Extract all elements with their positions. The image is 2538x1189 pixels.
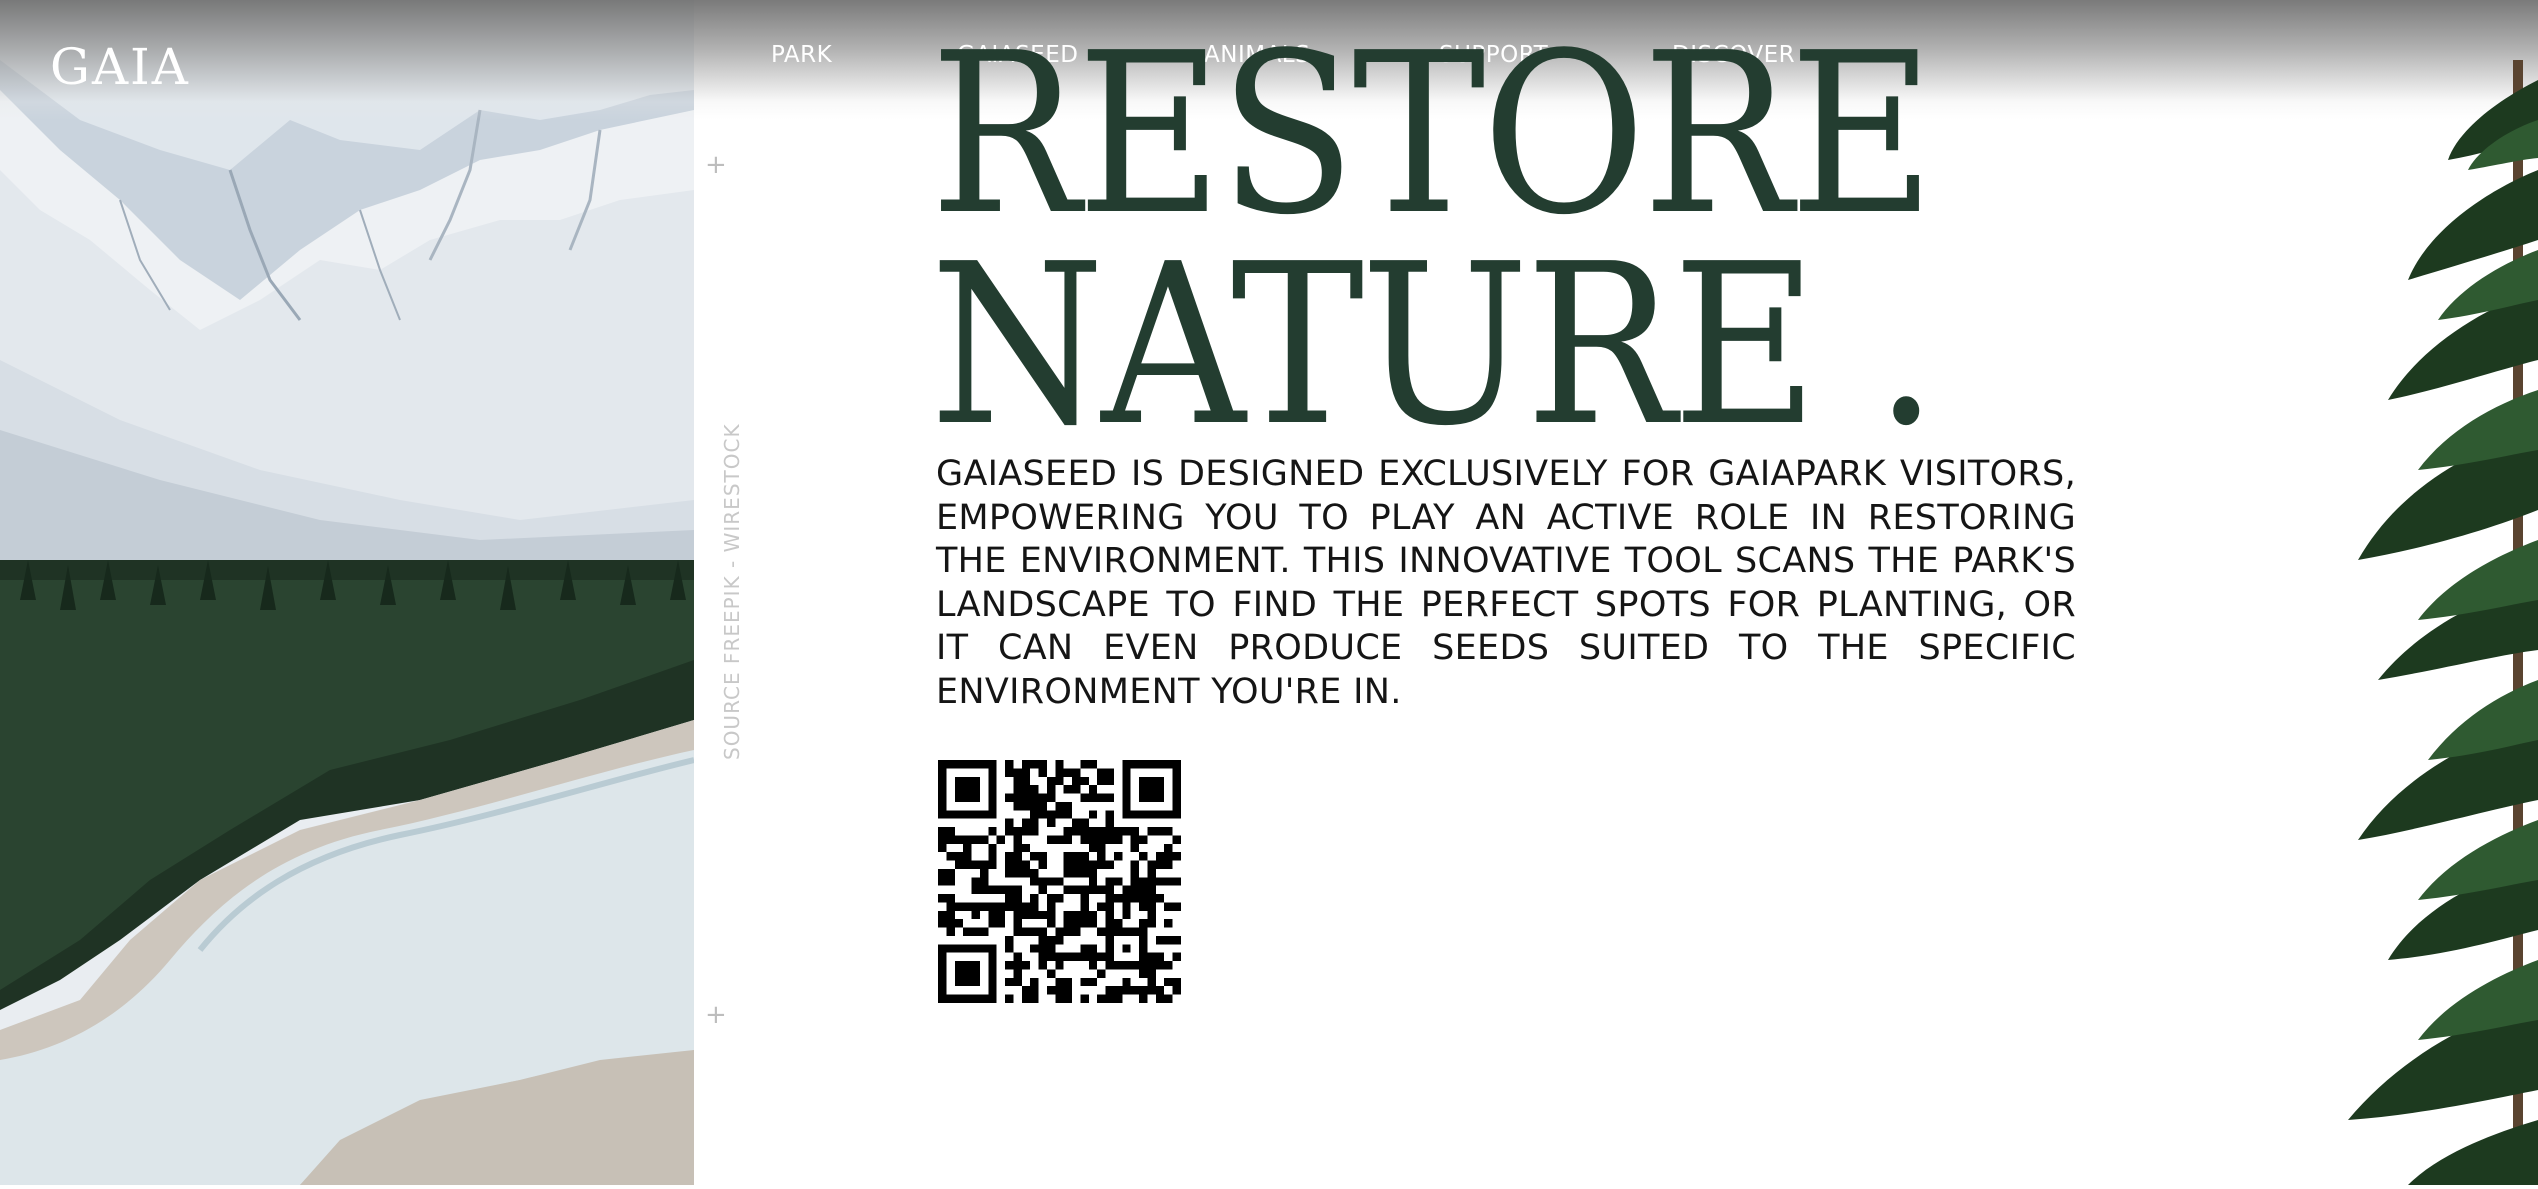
plus-icon: +	[705, 150, 727, 180]
image-credit: SOURCE FREEPIK - WIRESTOCK	[720, 423, 744, 760]
qr-code-icon[interactable]	[938, 760, 1181, 1003]
headline-line-2: NATURE .	[930, 216, 1938, 475]
nav-item-park[interactable]: PARK	[771, 42, 832, 68]
gaia-logo[interactable]: GAIA	[50, 38, 190, 96]
plus-icon: +	[705, 1000, 727, 1030]
landscape-photo	[0, 0, 694, 1185]
hero-headline: RESTORE NATURE .	[930, 6, 2046, 475]
headline-line-1: RESTORE	[930, 6, 1935, 264]
pine-tree-image	[2308, 60, 2538, 1185]
hero-description: GAIASEED IS DESIGNED EXCLUSIVELY FOR GAI…	[936, 454, 2076, 712]
